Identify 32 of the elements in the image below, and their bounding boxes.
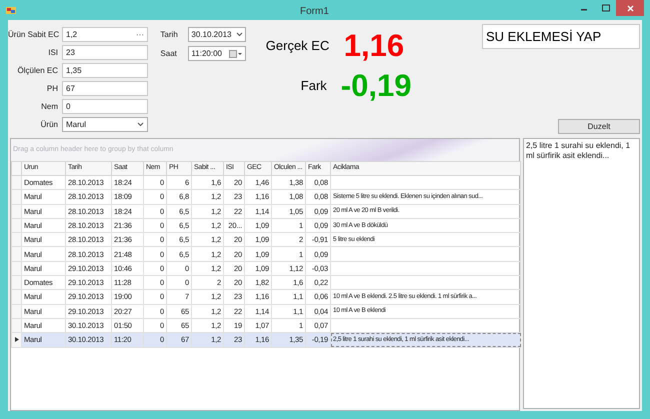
- field-label: Ürün Sabit EC: [8, 28, 60, 40]
- window-title: Form1: [300, 5, 329, 19]
- calendar-dropdown-icon: [229, 50, 244, 58]
- fark-value: -0,19: [340, 66, 412, 105]
- app-icon: [6, 6, 16, 14]
- maximize-icon[interactable]: [602, 4, 610, 12]
- input-field[interactable]: 23: [62, 45, 148, 60]
- date-label: Tarih: [160, 28, 179, 40]
- field-label: Ölçülen EC: [16, 64, 59, 76]
- duzelt-button[interactable]: Duzelt: [558, 119, 640, 134]
- field-label: Ürün: [40, 118, 59, 130]
- advice-box: SU EKLEMESİ YAP: [482, 24, 640, 49]
- product-dropdown[interactable]: Marul: [62, 117, 148, 132]
- notes-box[interactable]: 2,5 litre 1 surahi su eklendi, 1 ml sürfirik asit eklendi...: [523, 138, 640, 409]
- input-field[interactable]: 1,35: [62, 63, 148, 78]
- row-pointer-icon: [14, 337, 18, 342]
- time-label: Saat: [160, 48, 178, 60]
- gercek-ec-value: 1,16: [344, 26, 404, 65]
- date-picker[interactable]: 30.10.2013: [188, 27, 246, 42]
- gercek-ec-label: Gerçek EC: [266, 37, 330, 56]
- input-field[interactable]: 0: [62, 99, 148, 114]
- chevron-down-icon: [137, 122, 144, 127]
- field-label: Nem: [40, 100, 59, 112]
- time-picker[interactable]: 11:20:00: [188, 46, 246, 61]
- close-icon: [626, 4, 634, 12]
- input-field[interactable]: 67: [62, 81, 148, 96]
- input-field[interactable]: 1,2 ···: [62, 27, 148, 42]
- chevron-down-icon: [236, 32, 244, 37]
- browse-button[interactable]: ···: [136, 28, 144, 40]
- field-label: ISI: [47, 46, 59, 58]
- field-label: PH: [46, 82, 59, 94]
- close-button[interactable]: [616, 0, 644, 16]
